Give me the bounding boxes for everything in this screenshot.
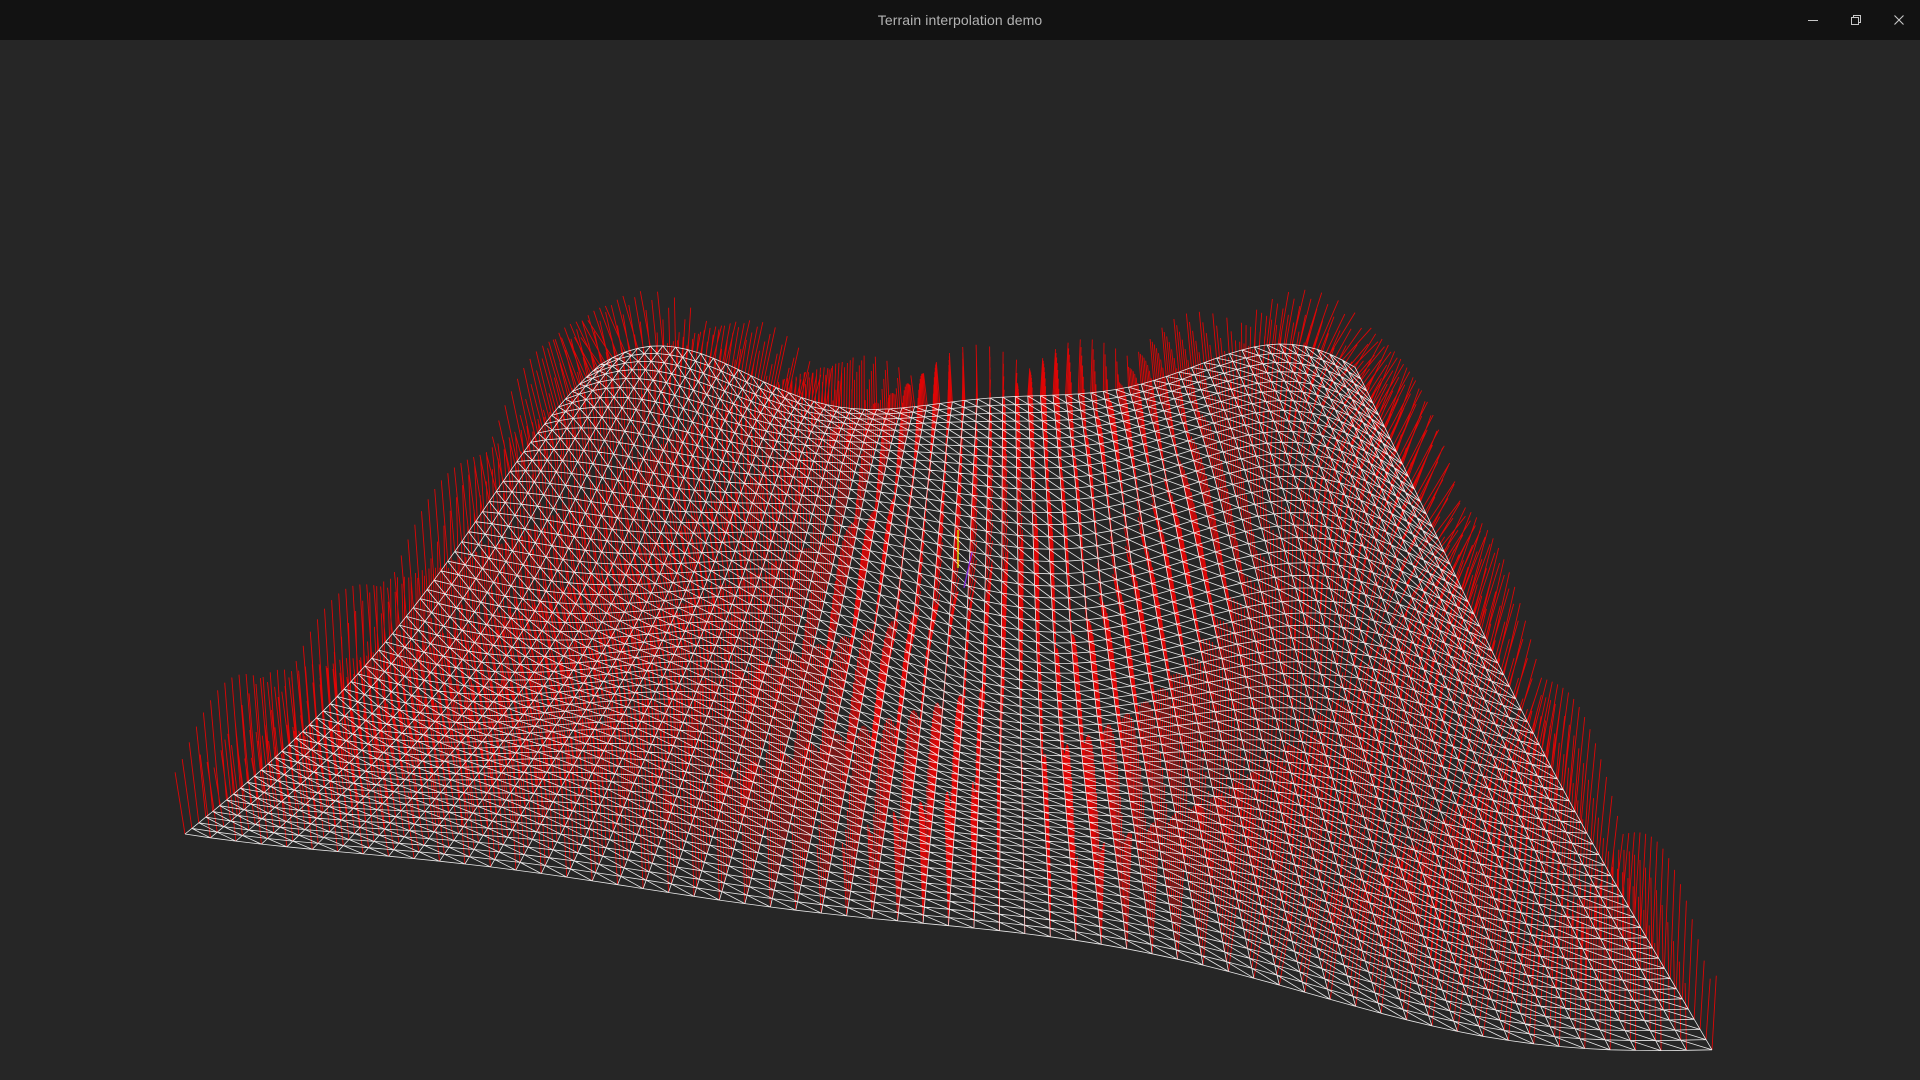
title-bar[interactable]: Terrain interpolation demo	[0, 0, 1920, 41]
terrain-mesh	[184, 343, 1713, 1051]
terrain-wireframe	[174, 289, 1717, 1051]
mesh-edges	[184, 343, 1713, 1051]
app-window: Terrain interpolation demo	[0, 0, 1920, 1080]
restore-icon	[1850, 14, 1862, 26]
minimize-button[interactable]	[1791, 0, 1834, 40]
close-button[interactable]	[1877, 0, 1920, 40]
minimize-icon	[1807, 14, 1819, 26]
3d-viewport[interactable]	[0, 40, 1920, 1080]
window-controls	[1791, 0, 1920, 40]
window-title: Terrain interpolation demo	[877, 12, 1043, 28]
close-icon	[1893, 14, 1905, 26]
restore-button[interactable]	[1834, 0, 1877, 40]
